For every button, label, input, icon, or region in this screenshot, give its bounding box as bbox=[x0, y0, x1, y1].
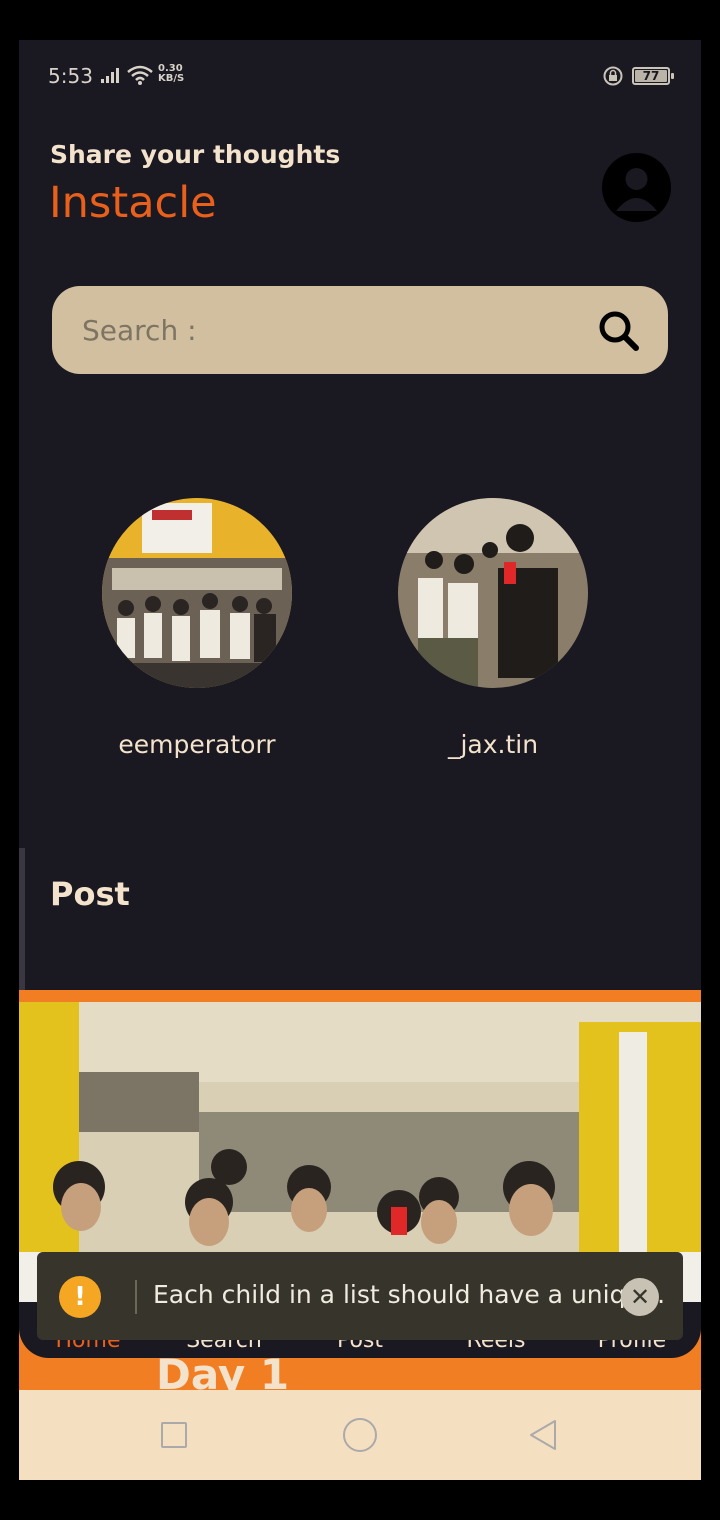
profile-avatar-icon[interactable] bbox=[602, 153, 671, 222]
search-input[interactable] bbox=[82, 308, 582, 352]
search-icon[interactable] bbox=[594, 306, 644, 356]
story-avatar[interactable] bbox=[102, 498, 292, 688]
signal-icon bbox=[101, 68, 119, 83]
status-bar: 5:53 0.30 KB/S 77 bbox=[19, 40, 701, 112]
scrollbar[interactable] bbox=[19, 848, 25, 1008]
rotation-lock-icon bbox=[603, 66, 623, 86]
battery-indicator: 77 bbox=[632, 67, 674, 85]
post-section-title: Post bbox=[50, 875, 130, 913]
story-username: eemperatorr bbox=[118, 730, 276, 759]
battery-level: 77 bbox=[642, 69, 660, 83]
toast-divider bbox=[135, 1280, 137, 1314]
header-subtitle: Share your thoughts bbox=[50, 140, 341, 169]
story-item[interactable]: _jax.tin bbox=[398, 498, 588, 759]
story-avatar[interactable] bbox=[398, 498, 588, 688]
back-icon[interactable] bbox=[527, 1418, 559, 1452]
app-screen: 5:53 0.30 KB/S 77 Share your thoughts In… bbox=[19, 40, 701, 1480]
status-time: 5:53 bbox=[48, 64, 93, 88]
close-icon[interactable]: ✕ bbox=[621, 1278, 659, 1316]
warning-icon: ! bbox=[59, 1276, 101, 1318]
home-button[interactable] bbox=[343, 1418, 377, 1452]
toast-message: Each child in a list should have a uniqu… bbox=[153, 1280, 666, 1309]
wifi-icon bbox=[127, 65, 153, 85]
system-nav-bar bbox=[19, 1390, 701, 1480]
recent-apps-button[interactable] bbox=[161, 1422, 187, 1448]
warning-toast[interactable]: ! Each child in a list should have a uni… bbox=[37, 1252, 683, 1340]
story-item[interactable]: eemperatorr bbox=[102, 498, 292, 759]
app-title: Instacle bbox=[49, 178, 217, 228]
search-bar bbox=[52, 286, 668, 374]
network-speed: 0.30 KB/S bbox=[158, 63, 185, 84]
story-username: _jax.tin bbox=[447, 730, 539, 759]
